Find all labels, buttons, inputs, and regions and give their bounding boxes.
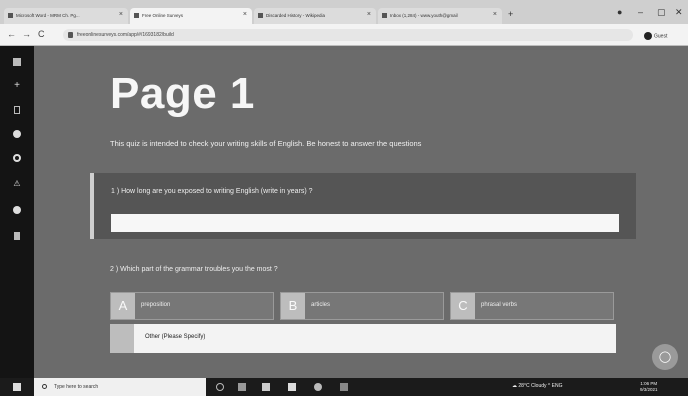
close-tab-icon[interactable]: × — [367, 11, 371, 18]
store-icon[interactable] — [288, 383, 296, 391]
taskbar-search-box[interactable]: Type here to search — [34, 378, 206, 396]
search-placeholder: Type here to search — [54, 384, 99, 390]
page-description: This quiz is intended to check your writ… — [110, 139, 422, 148]
option-label: preposition — [141, 302, 171, 308]
tab-title: Free Online Surveys — [142, 13, 184, 18]
back-icon[interactable]: ← — [7, 30, 16, 39]
close-window-icon[interactable]: ✕ — [675, 8, 683, 17]
mail-icon — [382, 13, 387, 18]
windows-logo-icon — [13, 383, 21, 391]
option-key: C — [451, 293, 475, 319]
start-button[interactable] — [0, 378, 34, 396]
word-taskbar-icon[interactable] — [340, 383, 348, 391]
address-bar: ← → C freeonlinesurveys.com/app/#/169318… — [0, 24, 688, 46]
profile-button[interactable]: Guest — [644, 29, 667, 41]
browser-tab-wikipedia[interactable]: Discarded History - Wikipedia × — [254, 8, 376, 24]
close-tab-icon[interactable]: × — [119, 11, 123, 18]
windows-taskbar: Type here to search ☁ 28°C Cloudy ^ ENG … — [0, 378, 688, 396]
maximize-icon[interactable]: ▢ — [657, 8, 666, 17]
page-icon[interactable] — [14, 106, 20, 114]
forward-icon[interactable]: → — [22, 30, 31, 39]
question-1-card[interactable]: 1 ) How long are you exposed to writing … — [90, 173, 636, 239]
tab-title: Microsoft Word - MRM Ch. Pg... — [16, 13, 80, 18]
paint-icon[interactable] — [13, 130, 21, 138]
question-1-label: 1 ) How long are you exposed to writing … — [111, 188, 313, 195]
option-label: articles — [311, 302, 331, 308]
word-icon — [8, 13, 13, 18]
option-key: B — [281, 293, 305, 319]
question-1-answer-input[interactable] — [111, 214, 619, 232]
close-tab-icon[interactable]: × — [493, 11, 497, 18]
editor-sidebar: + ⚠ — [0, 46, 34, 378]
clock[interactable]: 1:06 PM 9/3/2021 — [640, 381, 658, 393]
url-text: freeonlinesurveys.com/app/#/1693182/buil… — [77, 32, 174, 38]
minimize-icon[interactable]: – — [638, 8, 643, 17]
profile-icon — [644, 32, 652, 40]
lock-icon — [68, 32, 73, 38]
option-label: phrasal verbs — [481, 302, 518, 308]
gear-icon[interactable] — [13, 154, 21, 162]
browser-tab-survey[interactable]: Free Online Surveys × — [130, 8, 252, 24]
grid-icon[interactable] — [13, 58, 21, 66]
tab-title: Discarded History - Wikipedia — [266, 13, 326, 18]
profile-label: Guest — [654, 33, 668, 40]
option-other[interactable]: Other (Please Specify) — [110, 324, 616, 353]
trash-icon[interactable] — [14, 232, 20, 240]
chat-icon[interactable]: ◯ — [652, 344, 678, 370]
new-tab-button[interactable]: + — [508, 10, 513, 19]
survey-canvas: Page 1 This quiz is intended to check yo… — [34, 46, 688, 378]
tab-title: Inbox (1,284) - www.youth@gmail — [390, 13, 458, 18]
option-key: A — [111, 293, 135, 319]
file-explorer-icon[interactable] — [262, 383, 270, 391]
user-icon[interactable] — [13, 206, 21, 214]
page-title: Page 1 — [110, 69, 255, 118]
option-c[interactable]: C phrasal verbs — [450, 292, 614, 320]
reload-icon[interactable]: C — [38, 30, 45, 39]
system-tray[interactable]: ☁ 28°C Cloudy ^ ENG — [512, 383, 562, 389]
option-a[interactable]: A preposition — [110, 292, 274, 320]
option-b[interactable]: B articles — [280, 292, 444, 320]
chrome-icon[interactable] — [314, 383, 322, 391]
option-key — [110, 324, 134, 353]
warning-icon[interactable]: ⚠ — [13, 180, 21, 188]
browser-tab-inbox[interactable]: Inbox (1,284) - www.youth@gmail × — [378, 8, 502, 24]
survey-favicon-icon — [134, 13, 139, 18]
url-field[interactable]: freeonlinesurveys.com/app/#/1693182/buil… — [63, 29, 633, 41]
close-tab-icon[interactable]: × — [243, 11, 247, 18]
plus-icon[interactable]: + — [13, 81, 21, 91]
cortana-icon[interactable] — [216, 383, 224, 391]
browser-tab-word[interactable]: Microsoft Word - MRM Ch. Pg... × — [4, 8, 128, 24]
browser-tab-strip: Microsoft Word - MRM Ch. Pg... × Free On… — [0, 0, 688, 24]
wikipedia-icon — [258, 13, 263, 18]
search-icon — [42, 384, 47, 389]
question-2-label: 2 ) Which part of the grammar troubles y… — [110, 266, 278, 273]
task-view-icon[interactable] — [238, 383, 246, 391]
clock-date: 9/3/2021 — [640, 387, 658, 392]
option-other-label: Other (Please Specify) — [145, 334, 206, 340]
browser-menu-icon[interactable]: ● — [617, 8, 622, 17]
